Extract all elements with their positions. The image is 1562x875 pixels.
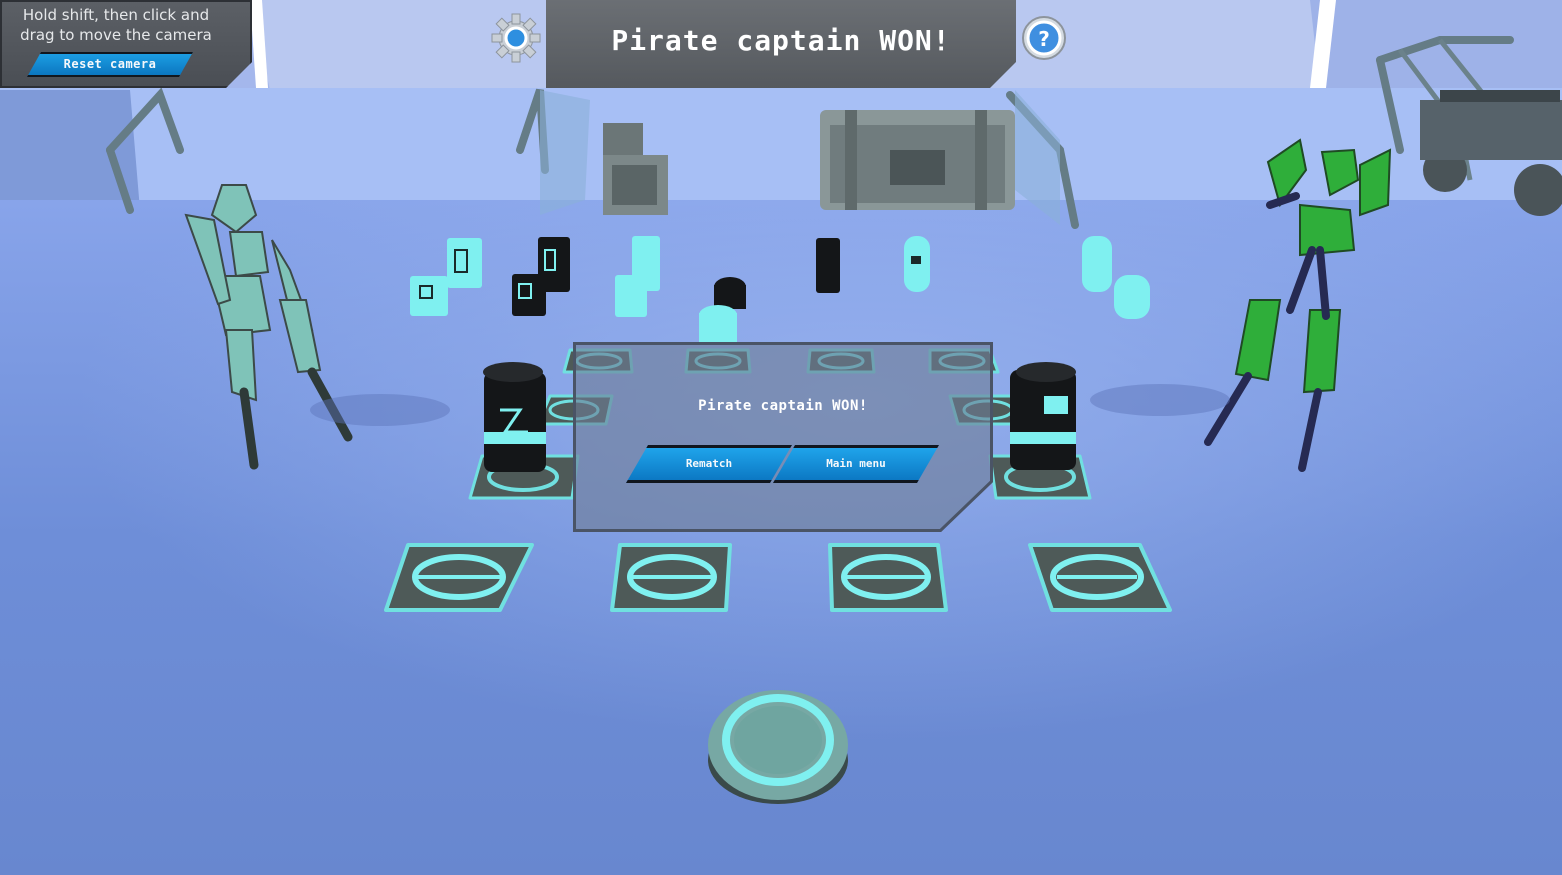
camera-hint-panel: Hold shift, then click and drag to move … — [0, 0, 252, 88]
camera-hint-text: Hold shift, then click and drag to move … — [20, 6, 212, 44]
rematch-button[interactable]: Rematch — [626, 445, 792, 483]
result-dialog: Pirate captain WON! Rematch Main menu — [573, 342, 993, 532]
main-menu-button[interactable]: Main menu — [773, 445, 939, 483]
question-mark-icon[interactable]: ? — [1020, 14, 1068, 62]
help-glyph: ? — [1038, 27, 1050, 51]
title-banner: Pirate captain WON! — [546, 0, 1016, 88]
page-title: Pirate captain WON! — [611, 24, 951, 57]
gear-icon[interactable] — [490, 12, 542, 64]
reset-camera-button[interactable]: Reset camera — [27, 52, 193, 77]
dialog-title: Pirate captain WON! — [698, 398, 868, 414]
